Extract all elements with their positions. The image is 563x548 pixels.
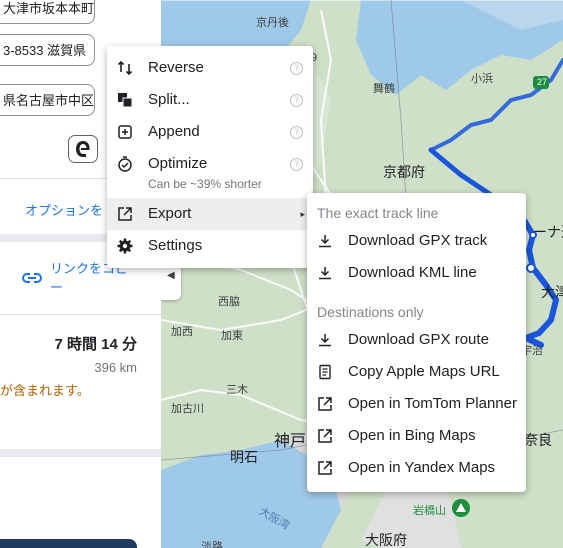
map-label: 奈良 (524, 432, 552, 448)
help-icon[interactable]: ? (290, 62, 303, 75)
submenu-header: The exact track line (317, 205, 439, 221)
map-label: 淡路 (201, 541, 223, 548)
open-in-tomtom[interactable]: Open in TomTom Planner (307, 388, 526, 420)
map-label: 三木 (226, 384, 248, 396)
menu-item-label: Split... (148, 91, 190, 108)
reverse-icon (117, 60, 133, 76)
section-separator (0, 449, 161, 457)
copy-link-label-2: ー (50, 280, 64, 295)
help-icon[interactable]: ? (290, 94, 303, 107)
address-field-1[interactable]: 大津市坂本本町 (0, 0, 95, 24)
map-label: 西脇 (218, 296, 240, 308)
open-in-yandex[interactable]: Open in Yandex Maps (307, 452, 526, 484)
route-tool-button[interactable] (68, 135, 98, 163)
link-icon (22, 273, 42, 283)
download-kml-line[interactable]: Download KML line (307, 257, 526, 289)
menu-item-label: Settings (148, 237, 203, 254)
open-external-icon (318, 397, 332, 411)
copy-apple-maps-url[interactable]: Copy Apple Maps URL (307, 356, 526, 388)
map-label: ーナ辺 (533, 224, 563, 240)
open-external-icon (318, 461, 332, 475)
menu-item-label: Append (148, 123, 200, 140)
route-shield: 27 (537, 77, 548, 87)
open-external-icon (318, 429, 332, 443)
map-label: 神戸 (274, 433, 307, 450)
map-label: 大津 (541, 284, 563, 300)
menu-item-append[interactable]: Append ? (107, 116, 313, 148)
download-icon (319, 267, 331, 280)
menu-item-optimize[interactable]: Optimize ? Can be ~39% shorter (107, 148, 313, 194)
map-label: 加西 (171, 326, 193, 338)
route-tool-icon (76, 141, 90, 157)
map-label: 京都府 (383, 164, 425, 180)
distance: 396 km (94, 360, 137, 375)
address-field-3[interactable]: 県名古屋市中区 (0, 84, 95, 116)
download-icon (319, 235, 331, 248)
submenu-header: Destinations only (317, 304, 424, 320)
duration: 7 時間 14 分 (54, 336, 137, 353)
append-icon (118, 125, 132, 139)
map-label: 舞鶴 (373, 83, 395, 95)
menu-item-label: Export (148, 205, 192, 222)
menu-item-label: Reverse (148, 59, 204, 76)
submenu-item-label: Download GPX route (348, 331, 489, 348)
help-icon[interactable]: ? (290, 158, 303, 171)
submenu-item-label: Download GPX track (348, 232, 488, 249)
document-icon (319, 364, 331, 380)
map-label: 京丹後 (256, 17, 289, 29)
route-warning: が含まれます。 (0, 383, 90, 398)
export-icon (118, 207, 132, 221)
submenu-item-label: Copy Apple Maps URL (348, 363, 500, 380)
download-icon (319, 334, 331, 347)
help-icon[interactable]: ? (290, 126, 303, 139)
split-icon (118, 93, 133, 108)
gear-icon (117, 238, 133, 254)
bottom-panel (0, 539, 137, 548)
options-link[interactable]: オプションを (25, 200, 103, 219)
menu-item-export[interactable]: Export ▸ (107, 198, 313, 230)
map-label: 岩橋山 (413, 505, 446, 517)
address-field-2[interactable]: 3-8533 滋賀県 (0, 34, 95, 66)
submenu-item-label: Download KML line (348, 264, 477, 281)
map-label: 加古川 (171, 403, 204, 415)
chevron-left-icon: ◀ (167, 270, 175, 281)
route-actions-menu: Reverse ? Split... ? Append ? Optimize ?… (107, 46, 313, 268)
submenu-item-label: Open in TomTom Planner (348, 395, 517, 412)
map-label: 明石 (230, 449, 258, 465)
open-in-bing[interactable]: Open in Bing Maps (307, 420, 526, 452)
submenu-arrow-icon: ▸ (300, 209, 305, 219)
export-submenu: The exact track line Download GPX track … (307, 193, 526, 492)
menu-item-split[interactable]: Split... ? (107, 84, 313, 116)
menu-item-label: Optimize (148, 155, 208, 172)
optimize-subtitle: Can be ~39% shorter (148, 177, 262, 191)
submenu-item-label: Open in Bing Maps (348, 427, 476, 444)
map-label: 小浜 (471, 73, 493, 85)
download-gpx-route[interactable]: Download GPX route (307, 324, 526, 356)
map-label: 加東 (221, 330, 243, 342)
submenu-item-label: Open in Yandex Maps (348, 459, 496, 476)
map-label: 大阪府 (365, 532, 407, 548)
download-gpx-track[interactable]: Download GPX track (307, 225, 526, 257)
menu-item-settings[interactable]: Settings (107, 230, 313, 262)
divider (0, 314, 161, 315)
optimize-icon (118, 156, 132, 172)
menu-item-reverse[interactable]: Reverse ? (107, 52, 313, 84)
